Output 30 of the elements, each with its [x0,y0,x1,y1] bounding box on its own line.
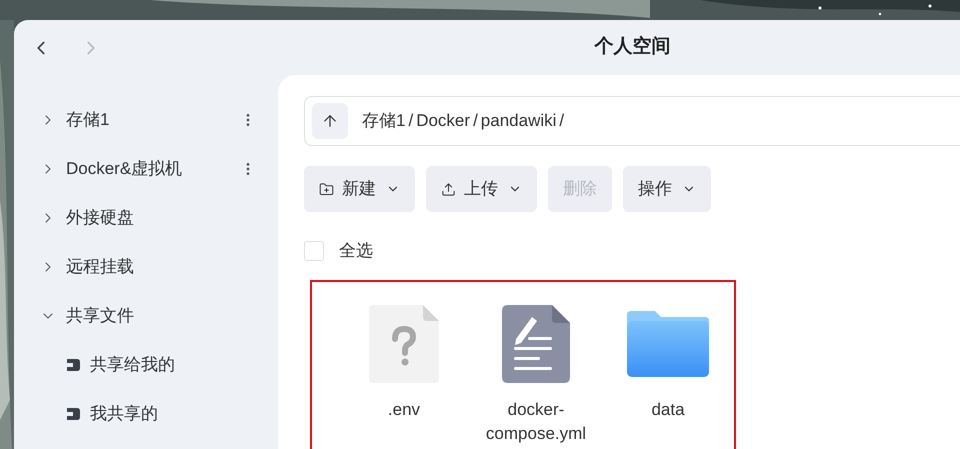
file-name: data [651,398,685,420]
document-icon [502,304,570,382]
sidebar-subitem-label: 我共享的 [90,402,158,425]
file-name: .env [388,398,420,420]
up-button[interactable] [312,103,348,139]
upload-icon [441,182,456,196]
sidebar-subitem[interactable]: 我共享的 [14,389,278,438]
toolbar-button[interactable]: 操作 [623,166,711,212]
sidebar-subitem-label: 共享给我的 [90,354,175,376]
path-text: 存储1 / Docker / pandawiki / [362,110,564,132]
share-icon [66,408,80,420]
file-item[interactable]: docker- compose.yml [470,304,602,449]
file-item[interactable]: .env [338,304,470,449]
sidebar-subitem[interactable]: 共享给我的 [14,340,278,389]
new-folder-icon [319,182,334,196]
sidebar-item[interactable]: 远程挂载 [14,242,278,291]
sidebar-item[interactable]: Docker&虚拟机 [14,144,278,193]
file-item[interactable]: data [602,304,734,449]
file-name: docker- compose.yml [486,398,586,444]
sidebar-item[interactable]: 共享文件 [14,291,278,340]
folder-icon [627,310,709,376]
toolbar-button[interactable]: 上传 [426,166,537,212]
window-title: 个人空间 [594,34,671,60]
share-icon [66,358,80,370]
sidebar-item[interactable]: 存储1 [14,95,278,144]
select-all-label: 全选 [339,240,373,262]
checkbox[interactable] [304,240,324,261]
unknown-file-icon [369,304,439,382]
sidebar-item[interactable]: 外接硬盘 [14,193,278,242]
toolbar-button[interactable]: 新建 [304,166,415,212]
